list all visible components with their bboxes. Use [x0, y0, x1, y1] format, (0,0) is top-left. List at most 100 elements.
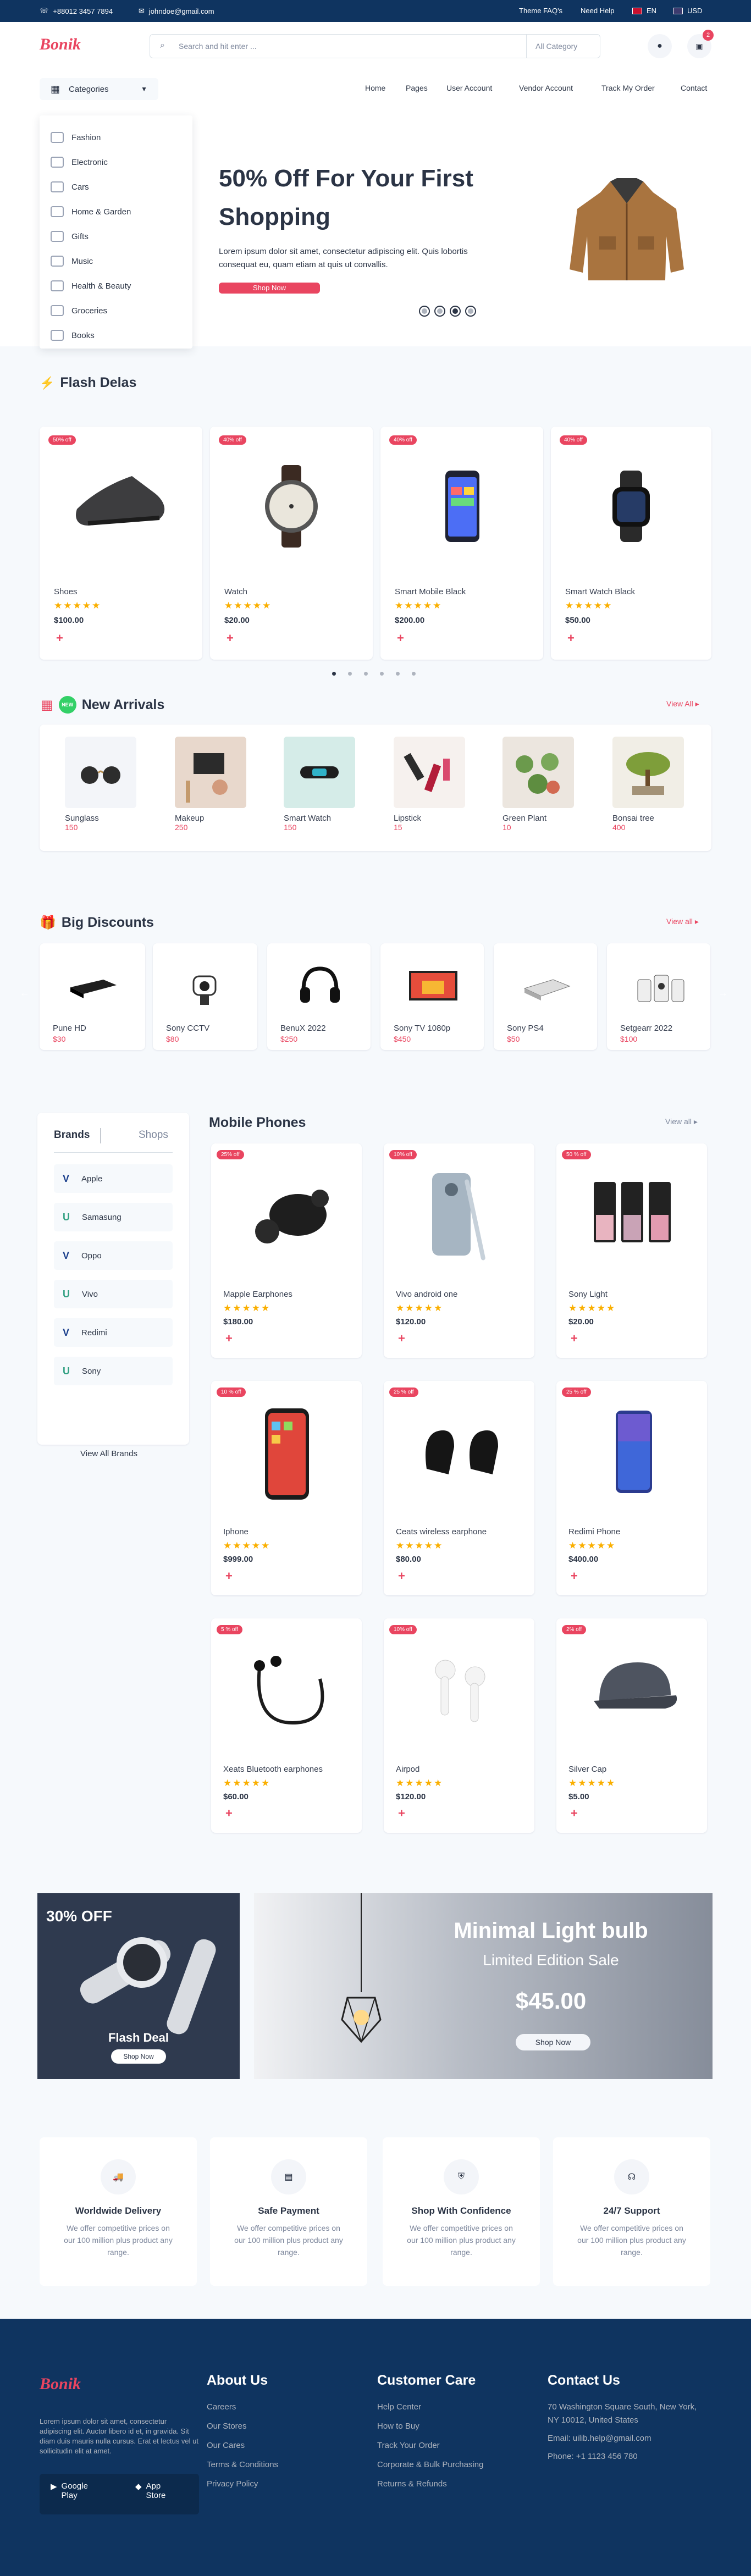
app-store-button[interactable]: ◆ App Store: [135, 2481, 177, 2500]
carousel-dot[interactable]: [396, 672, 400, 676]
discount-card-1[interactable]: Pune HD $30: [40, 943, 145, 1050]
carousel-dot[interactable]: [364, 672, 368, 676]
product-name[interactable]: Xeats Bluetooth earphones: [223, 1765, 323, 1774]
arrival-item-2[interactable]: Makeup 250: [175, 814, 204, 832]
tab-brands[interactable]: Brands: [54, 1129, 90, 1141]
product-name[interactable]: Watch: [224, 587, 247, 596]
nav-pages[interactable]: Pages: [406, 84, 428, 92]
nav-track-order[interactable]: Track My Order: [601, 84, 655, 92]
phone-contact[interactable]: ☏ +88012 3457 7894: [40, 7, 113, 15]
discount-card-3[interactable]: BenuX 2022 $250: [267, 943, 371, 1050]
add-to-cart-button[interactable]: +: [227, 631, 234, 645]
add-to-cart-button[interactable]: +: [56, 631, 63, 645]
faq-link[interactable]: Theme FAQ's: [519, 7, 562, 15]
hero-shop-button[interactable]: Shop Now: [219, 283, 320, 294]
category-groceries[interactable]: Groceries: [51, 305, 107, 316]
add-to-cart-button[interactable]: +: [398, 1806, 405, 1821]
discount-card-6[interactable]: Setgearr 2022 $100: [607, 943, 710, 1050]
flash-deal-banner[interactable]: 30% OFF Flash Deal Shop Now: [37, 1893, 240, 2079]
footer-phone[interactable]: Phone: +1 1123 456 780: [548, 2452, 707, 2461]
categories-button[interactable]: ▦ Categories ▼: [40, 78, 158, 100]
mobile-view-all[interactable]: View all ▸: [665, 1117, 698, 1126]
slide-dot-1[interactable]: [419, 306, 430, 317]
search-category-select[interactable]: All Category: [526, 35, 600, 58]
carousel-dot[interactable]: [380, 672, 384, 676]
carousel-dot[interactable]: [412, 672, 416, 676]
nav-contact[interactable]: Contact: [681, 84, 707, 92]
new-arrivals-view-all[interactable]: View All ▸: [666, 699, 699, 709]
discount-card-2[interactable]: Sony CCTV $80: [153, 943, 257, 1050]
product-name[interactable]: Iphone: [223, 1527, 249, 1536]
footer-link[interactable]: How to Buy: [377, 2417, 483, 2436]
footer-link[interactable]: Our Stores: [207, 2417, 278, 2436]
footer-link[interactable]: Track Your Order: [377, 2436, 483, 2455]
arrival-item-1[interactable]: Sunglass 150: [65, 814, 99, 832]
product-name[interactable]: Shoes: [54, 587, 78, 596]
carousel-dot[interactable]: [348, 672, 352, 676]
footer-email[interactable]: Email: uilib.help@gmail.com: [548, 2434, 707, 2443]
carousel-dot[interactable]: [332, 672, 336, 676]
category-books[interactable]: Books: [51, 330, 95, 341]
mobile-card-4[interactable]: 10 % off Iphone ★★★★★ $999.00 +: [211, 1381, 362, 1595]
arrival-item-5[interactable]: Green Plant 10: [502, 814, 546, 832]
help-link[interactable]: Need Help: [581, 7, 614, 15]
add-to-cart-button[interactable]: +: [571, 1569, 578, 1583]
mobile-card-3[interactable]: 50 % off Sony Light ★★★★★ $20.00 +: [556, 1143, 707, 1358]
view-all-brands-link[interactable]: View All Brands: [80, 1449, 137, 1458]
add-to-cart-button[interactable]: +: [571, 1331, 578, 1346]
add-to-cart-button[interactable]: +: [398, 1569, 405, 1583]
product-name[interactable]: Redimi Phone: [568, 1527, 620, 1536]
footer-link[interactable]: Careers: [207, 2397, 278, 2417]
flash-deal-shop-button[interactable]: Shop Now: [111, 2049, 166, 2064]
mobile-card-1[interactable]: 25% off Mapple Earphones ★★★★★ $180.00 +: [211, 1143, 362, 1358]
mobile-card-7[interactable]: 5 % off Xeats Bluetooth earphones ★★★★★ …: [211, 1618, 362, 1833]
arrival-item-4[interactable]: Lipstick 15: [394, 814, 421, 832]
brand-samsung[interactable]: U Samasung: [54, 1203, 173, 1231]
product-name[interactable]: Silver Cap: [568, 1765, 606, 1774]
footer-link[interactable]: Help Center: [377, 2397, 483, 2417]
brand-oppo[interactable]: V Oppo: [54, 1241, 173, 1270]
add-to-cart-button[interactable]: +: [225, 1569, 233, 1583]
mobile-card-9[interactable]: 2% off Silver Cap ★★★★★ $5.00 +: [556, 1618, 707, 1833]
brand-apple[interactable]: V Apple: [54, 1164, 173, 1193]
add-to-cart-button[interactable]: +: [571, 1806, 578, 1821]
search-input[interactable]: Search and hit enter ...: [179, 42, 257, 51]
account-button[interactable]: ●: [648, 34, 672, 58]
footer-link[interactable]: Our Cares: [207, 2436, 278, 2455]
product-card-flash-1[interactable]: 50% off Shoes ★★★★★ $100.00 +: [40, 427, 202, 660]
logo[interactable]: Bonik: [40, 35, 81, 54]
mobile-card-2[interactable]: 10% off Vivo android one ★★★★★ $120.00 +: [384, 1143, 534, 1358]
add-to-cart-button[interactable]: +: [398, 1331, 405, 1346]
product-name[interactable]: Vivo android one: [396, 1290, 457, 1299]
tab-shops[interactable]: Shops: [139, 1129, 168, 1141]
slide-dot-3[interactable]: [450, 306, 461, 317]
product-name[interactable]: Mapple Earphones: [223, 1290, 292, 1299]
mobile-card-8[interactable]: 10% off Airpod ★★★★★ $120.00 +: [384, 1618, 534, 1833]
add-to-cart-button[interactable]: +: [397, 631, 404, 645]
category-electronic[interactable]: Electronic: [51, 157, 108, 168]
category-health-beauty[interactable]: Health & Beauty: [51, 280, 131, 291]
brand-redimi[interactable]: V Redimi: [54, 1318, 173, 1347]
language-select[interactable]: EN: [632, 7, 656, 15]
category-home-garden[interactable]: Home & Garden: [51, 206, 131, 217]
product-card-flash-3[interactable]: 40% off Smart Mobile Black ★★★★★ $200.00…: [380, 427, 543, 660]
google-play-button[interactable]: ▶ Google Play: [51, 2481, 98, 2500]
big-discounts-view-all[interactable]: View all ▸: [666, 917, 699, 926]
product-card-flash-2[interactable]: 40% off Watch ★★★★★ $20.00 +: [210, 427, 373, 660]
category-gifts[interactable]: Gifts: [51, 231, 89, 242]
mobile-card-5[interactable]: 25 % off Ceats wireless earphone ★★★★★ $…: [384, 1381, 534, 1595]
carousel-prev-arrow[interactable]: ←: [20, 987, 30, 999]
category-fashion[interactable]: Fashion: [51, 132, 101, 143]
nav-user-account[interactable]: User Account: [446, 84, 492, 92]
product-name[interactable]: Smart Mobile Black: [395, 587, 466, 596]
footer-link[interactable]: Terms & Conditions: [207, 2455, 278, 2474]
brand-vivo[interactable]: U Vivo: [54, 1280, 173, 1308]
brand-sony[interactable]: U Sony: [54, 1357, 173, 1385]
add-to-cart-button[interactable]: +: [567, 631, 575, 645]
product-card-flash-4[interactable]: 40% off Smart Watch Black ★★★★★ $50.00 +: [551, 427, 711, 660]
add-to-cart-button[interactable]: +: [225, 1806, 233, 1821]
footer-link[interactable]: Corporate & Bulk Purchasing: [377, 2455, 483, 2474]
product-name[interactable]: Ceats wireless earphone: [396, 1527, 487, 1536]
search-bar[interactable]: ⌕ Search and hit enter ... All Category: [150, 34, 600, 58]
product-name[interactable]: Airpod: [396, 1765, 419, 1774]
